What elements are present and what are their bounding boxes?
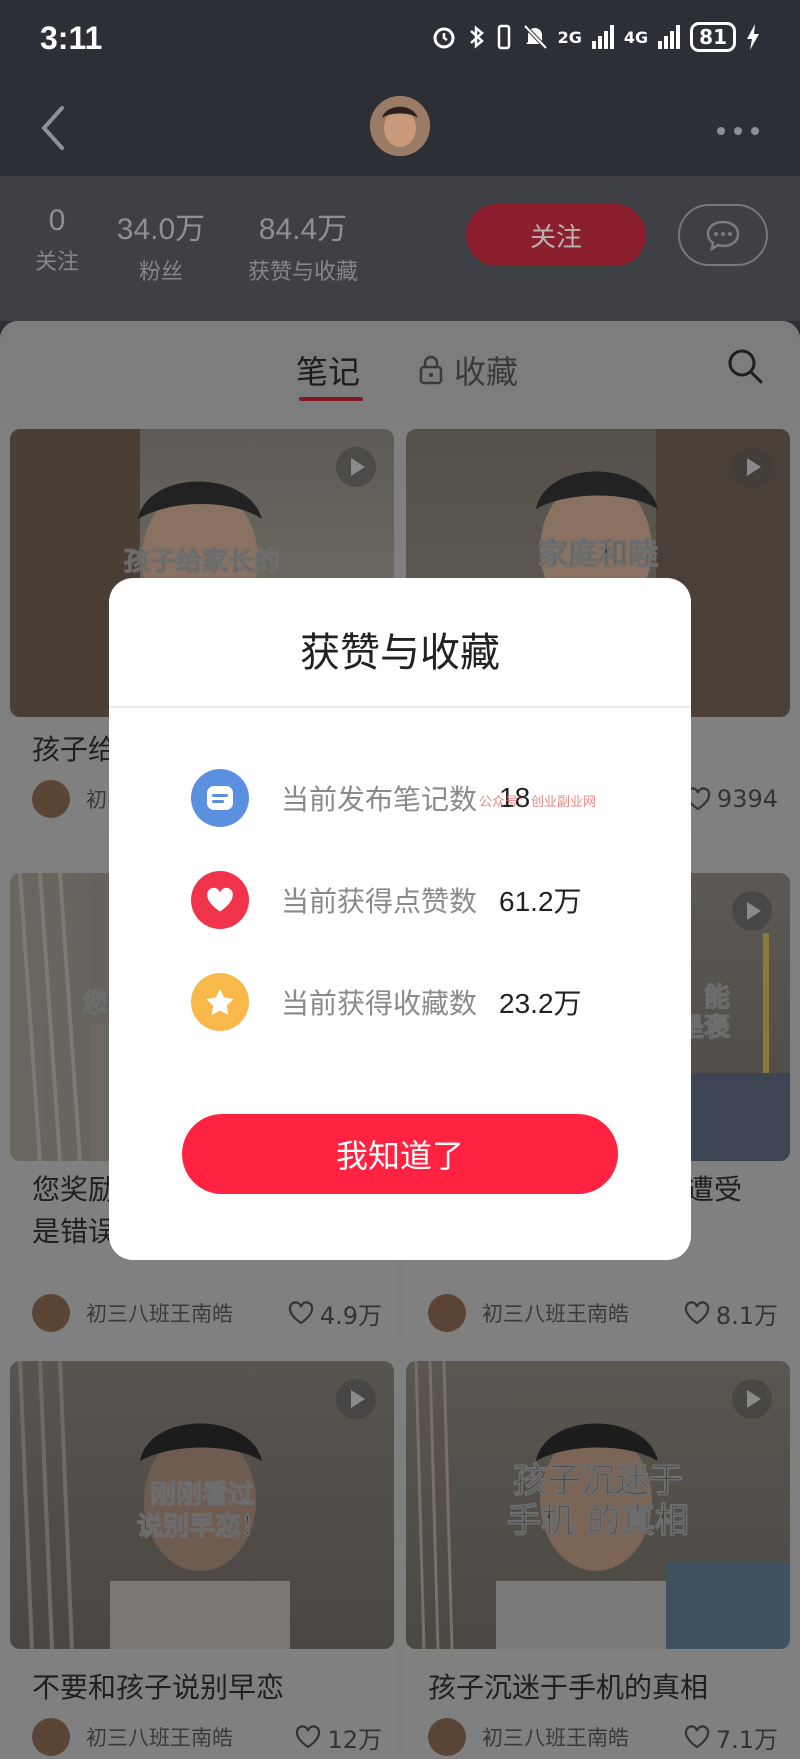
author-name[interactable]: 初三八班王南皓 bbox=[482, 1298, 684, 1328]
row-label: 当前获得点赞数 bbox=[281, 885, 478, 918]
stat-label: 粉丝 bbox=[138, 260, 183, 285]
play-icon bbox=[732, 447, 772, 487]
row-value: 23.2万 bbox=[499, 988, 582, 1019]
profile-stats-bar: 0 关注 34.0万 粉丝 84.4万 获赞与收藏 关注 bbox=[0, 176, 800, 321]
search-icon[interactable] bbox=[726, 347, 764, 385]
stat-following[interactable]: 0 关注 bbox=[30, 204, 84, 276]
heart-outline-icon bbox=[684, 1301, 709, 1325]
clock: 3:11 bbox=[40, 20, 103, 56]
alarm-icon bbox=[433, 27, 455, 49]
follow-button[interactable]: 关注 bbox=[466, 204, 646, 266]
author-avatar bbox=[428, 1294, 466, 1332]
star-icon bbox=[191, 973, 249, 1031]
author-avatar bbox=[32, 780, 70, 818]
stat-likes-collections[interactable]: 84.4万 获赞与收藏 bbox=[240, 204, 366, 286]
note-meta: 初三八班王南皓 8.1万 bbox=[428, 1293, 778, 1333]
tab-collections[interactable]: 收藏 bbox=[418, 347, 518, 393]
row-label: 当前获得收藏数 bbox=[281, 987, 478, 1020]
heart-outline-icon bbox=[288, 1301, 313, 1325]
author-avatar bbox=[32, 1718, 70, 1756]
watermark: 公众号：创业副业网 bbox=[479, 795, 597, 810]
like-count[interactable]: 8.1万 bbox=[684, 1296, 778, 1331]
collections-count-row: 当前获得收藏数 23.2万 bbox=[191, 972, 582, 1032]
like-count[interactable]: 9394 bbox=[685, 785, 778, 813]
lock-icon bbox=[419, 355, 443, 385]
tab-notes[interactable]: 笔记 bbox=[296, 347, 360, 393]
stat-value: 84.4万 bbox=[258, 213, 348, 246]
thumbnail-caption: 孩子沉迷于 手机 的真相 bbox=[507, 1461, 690, 1542]
tab-bar: 笔记 收藏 bbox=[0, 321, 800, 419]
note-meta: 初三八班王南皓 4.9万 bbox=[32, 1293, 382, 1333]
play-icon bbox=[732, 1379, 772, 1419]
divider bbox=[109, 706, 691, 708]
note-title: 遭受 bbox=[686, 1173, 743, 1206]
note-thumbnail: 孩子沉迷于 手机 的真相 bbox=[406, 1361, 790, 1649]
profile-avatar[interactable] bbox=[370, 96, 430, 156]
mute-bell-icon bbox=[523, 24, 548, 50]
like-count-value: 12万 bbox=[327, 1725, 382, 1754]
bluetooth-icon bbox=[469, 25, 484, 49]
stat-fans[interactable]: 34.0万 粉丝 bbox=[112, 204, 210, 286]
play-icon bbox=[336, 447, 376, 487]
status-bar: 3:11 2G 4G 81 bbox=[0, 0, 800, 80]
signal-icon bbox=[591, 25, 614, 49]
like-count-value: 9394 bbox=[716, 785, 778, 813]
heart-outline-icon bbox=[296, 1725, 321, 1749]
message-button[interactable] bbox=[678, 204, 768, 266]
note-icon bbox=[191, 769, 249, 827]
author-name[interactable]: 初三八班王南皓 bbox=[482, 1722, 684, 1752]
play-icon bbox=[732, 891, 772, 931]
battery-indicator: 81 bbox=[690, 22, 736, 52]
heart-icon bbox=[191, 871, 249, 929]
play-icon bbox=[336, 1379, 376, 1419]
like-count-value: 8.1万 bbox=[715, 1301, 778, 1330]
stat-value: 34.0万 bbox=[116, 213, 206, 246]
author-name[interactable]: 初三八班王南皓 bbox=[86, 1722, 295, 1752]
tab-indicator bbox=[299, 397, 363, 401]
got-it-button[interactable]: 我知道了 bbox=[182, 1114, 618, 1194]
row-label: 当前发布笔记数 bbox=[281, 783, 478, 816]
network-2g-label: 2G bbox=[557, 27, 582, 47]
note-title: 不要和孩子说别早恋 bbox=[32, 1671, 285, 1704]
likes-count-row: 当前获得点赞数 61.2万 bbox=[191, 870, 582, 930]
thumbnail-caption: 家庭和睦 bbox=[538, 537, 659, 573]
more-options-icon[interactable] bbox=[716, 126, 760, 136]
author-avatar bbox=[428, 1718, 466, 1756]
signal-icon-2 bbox=[658, 25, 681, 49]
note-card[interactable]: 刚刚看过 说别早恋！ 不要和孩子说别早恋 初三八班王南皓 12万 bbox=[10, 1361, 394, 1759]
vibrate-icon bbox=[497, 24, 510, 50]
note-card[interactable]: 孩子沉迷于 手机 的真相 孩子沉迷于手机的真相 初三八班王南皓 7.1万 bbox=[406, 1361, 790, 1759]
note-title: 孩子沉迷于手机的真相 bbox=[428, 1671, 709, 1704]
note-thumbnail: 刚刚看过 说别早恋！ bbox=[10, 1361, 394, 1649]
like-count-value: 4.9万 bbox=[319, 1301, 382, 1330]
stat-label: 获赞与收藏 bbox=[247, 260, 358, 285]
note-meta: 初三八班王南皓 12万 bbox=[32, 1717, 382, 1757]
like-count[interactable]: 12万 bbox=[295, 1720, 382, 1755]
note-meta: 初三八班王南皓 7.1万 bbox=[428, 1717, 778, 1757]
stat-value: 0 bbox=[48, 204, 66, 237]
chat-bubble-icon bbox=[706, 220, 740, 251]
stat-label: 关注 bbox=[34, 250, 79, 275]
like-count[interactable]: 7.1万 bbox=[684, 1720, 778, 1755]
row-value: 61.2万 bbox=[499, 886, 582, 917]
note-title: 您奖励 是错误 bbox=[32, 1173, 117, 1248]
thumbnail-caption: 刚刚看过 说别早恋！ bbox=[136, 1480, 267, 1543]
status-icons: 2G 4G 81 bbox=[430, 22, 760, 52]
note-title: 孩子给 bbox=[32, 733, 117, 766]
heart-outline-icon bbox=[684, 1725, 709, 1749]
author-avatar bbox=[32, 1294, 70, 1332]
dialog-title: 获赞与收藏 bbox=[300, 630, 500, 676]
author-name[interactable]: 初三八班王南皓 bbox=[86, 1298, 288, 1328]
like-count-value: 7.1万 bbox=[715, 1725, 778, 1754]
tab-collections-label: 收藏 bbox=[454, 353, 519, 391]
thumbnail-caption: 孩子给家长的 bbox=[123, 547, 280, 578]
likes-collections-dialog: 获赞与收藏 当前发布笔记数 18 公众号：创业副业网 当前获得点赞数 61.2万… bbox=[109, 578, 691, 1260]
network-4g-label: 4G bbox=[623, 27, 649, 47]
back-arrow-icon[interactable] bbox=[36, 102, 76, 154]
like-count[interactable]: 4.9万 bbox=[288, 1296, 382, 1331]
charging-icon bbox=[747, 24, 759, 50]
